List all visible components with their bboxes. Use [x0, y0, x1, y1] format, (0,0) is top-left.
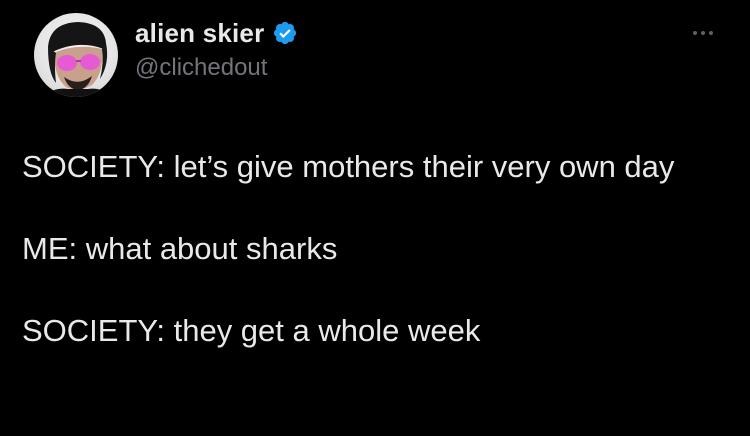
tweet-card: alien skier @clichedout SOCIETY: let’s g… [0, 0, 750, 436]
avatar-photo-icon [42, 22, 112, 97]
more-dot [709, 31, 713, 35]
more-dot [693, 31, 697, 35]
author-name-row: alien skier [135, 16, 298, 50]
tweet-text: SOCIETY: let’s give mothers their very o… [22, 146, 722, 351]
tweet-paragraph: SOCIETY: let’s give mothers their very o… [22, 149, 675, 184]
author-avatar[interactable] [34, 13, 118, 97]
verified-badge-icon [274, 21, 297, 45]
tweet-paragraph: SOCIETY: they get a whole week [22, 313, 481, 348]
tweet-paragraph: ME: what about sharks [22, 231, 338, 266]
author-display-name[interactable]: alien skier [135, 18, 264, 49]
author-handle[interactable]: @clichedout [135, 54, 267, 82]
more-options-icon[interactable] [693, 28, 719, 38]
more-dot [701, 31, 705, 35]
